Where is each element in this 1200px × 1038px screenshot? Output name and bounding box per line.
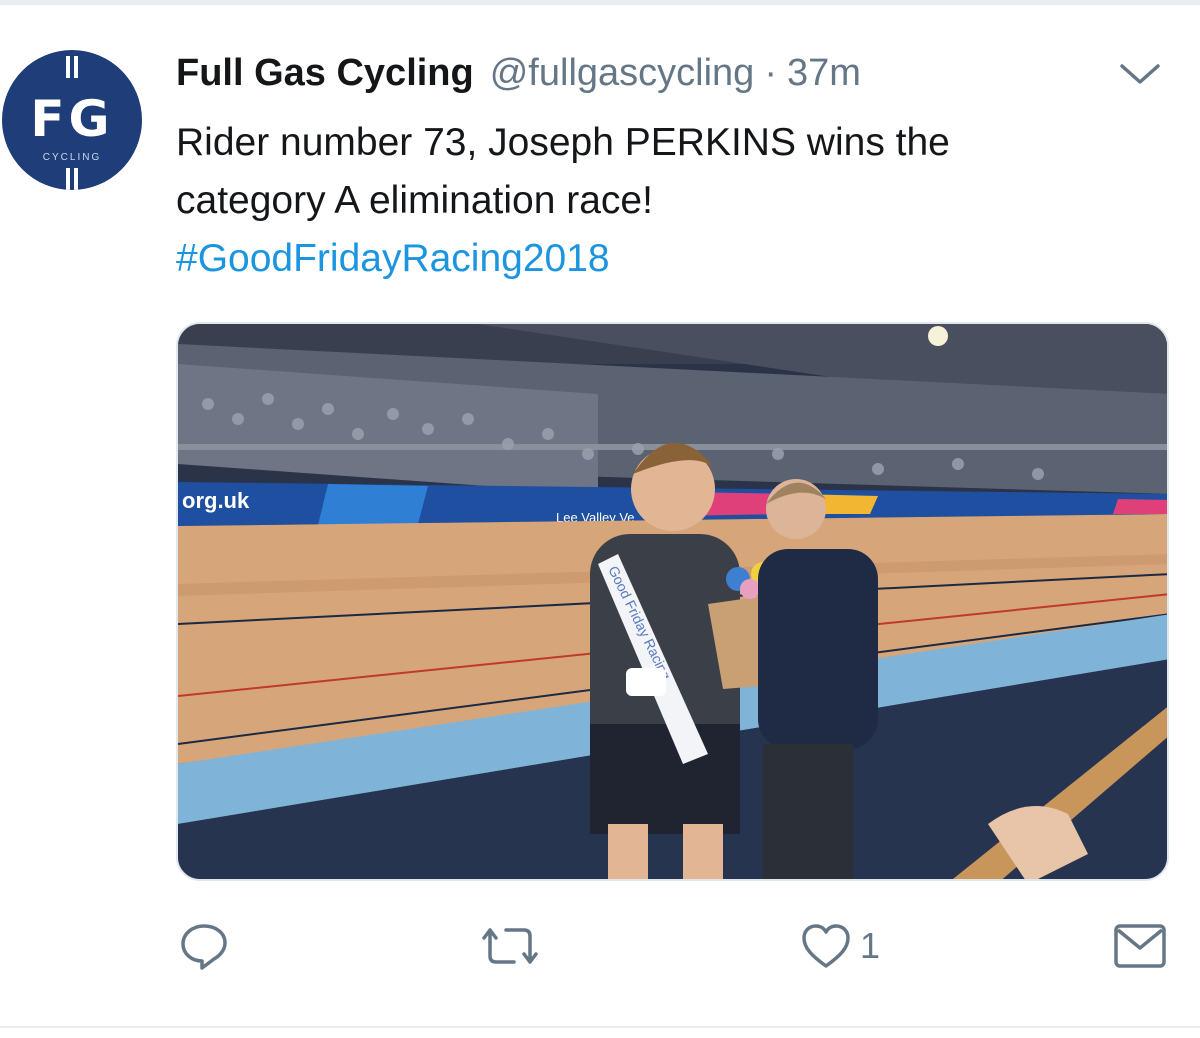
author-handle[interactable]: @fullgascycling [490, 52, 755, 95]
reply-icon [181, 924, 227, 970]
heart-icon [802, 924, 850, 968]
author-avatar[interactable]: FG CYCLING [2, 50, 142, 190]
retweet-icon [482, 928, 538, 964]
top-divider [0, 0, 1200, 5]
tweet-actions: 1 [0, 918, 1200, 978]
avatar-stripes-bottom [62, 168, 82, 190]
bottom-divider [0, 1026, 1200, 1028]
tweet-text-line-2: category A elimination race! [176, 179, 653, 222]
direct-message-button[interactable] [1112, 918, 1168, 974]
hashtag-link[interactable]: #GoodFridayRacing2018 [176, 230, 1156, 288]
retweet-button[interactable] [480, 918, 540, 974]
tweet-photo[interactable]: org.uk Lee Valley Ve Good Friday Racing [176, 322, 1169, 881]
reply-button[interactable] [178, 918, 230, 974]
tweet-header: Full Gas Cycling @fullgascycling · 37m [176, 52, 861, 98]
avatar-logo-subtext: CYCLING [42, 152, 102, 163]
envelope-icon [1114, 924, 1166, 968]
avatar-stripes-top [62, 56, 82, 78]
velodrome-photo-illustration: org.uk Lee Valley Ve Good Friday Racing [178, 324, 1167, 879]
avatar-logo-text: FG [30, 90, 114, 148]
header-separator: · [764, 52, 777, 94]
author-name[interactable]: Full Gas Cycling [176, 52, 474, 95]
tweet-timestamp[interactable]: 37m [787, 52, 861, 95]
like-button[interactable]: 1 [800, 918, 880, 974]
tweet-text: Rider number 73, Joseph PERKINS wins the… [176, 114, 1156, 288]
banner-text-1: org.uk [182, 488, 250, 513]
like-count: 1 [860, 925, 881, 966]
chevron-down-icon[interactable] [1116, 58, 1164, 90]
tweet-text-line-1: Rider number 73, Joseph PERKINS wins the [176, 121, 950, 164]
